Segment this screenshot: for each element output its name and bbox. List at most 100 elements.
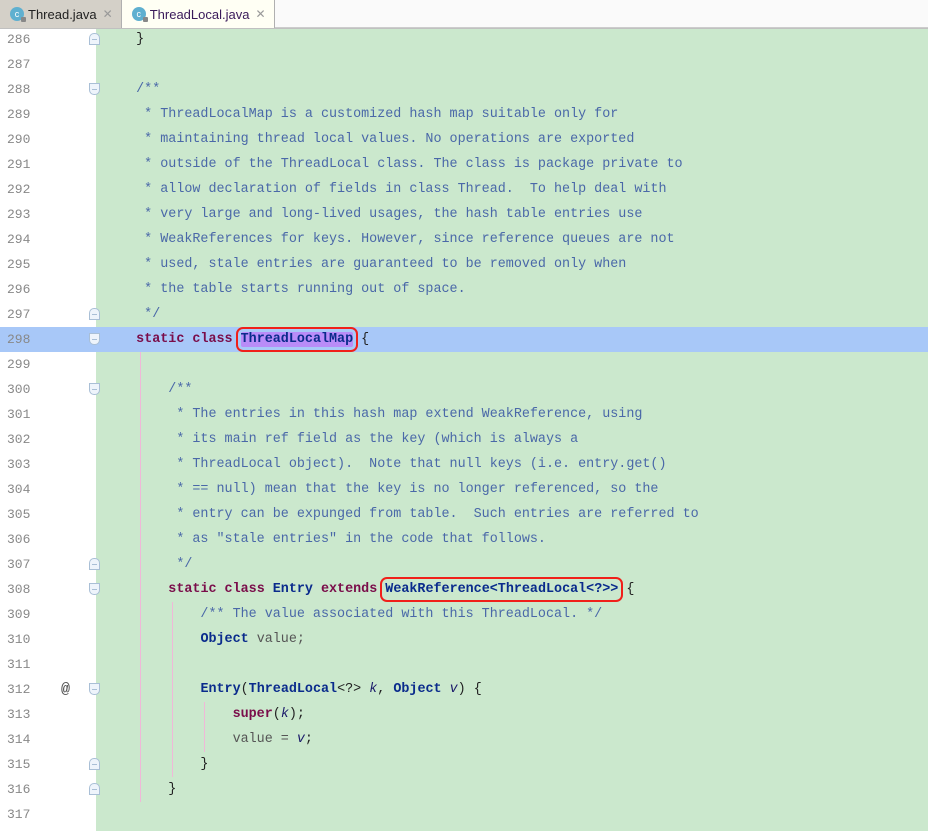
code-token: v	[449, 682, 458, 697]
code-text: * WeakReferences for keys. However, sinc…	[104, 227, 674, 252]
line-number: 291	[7, 157, 31, 172]
line-number: 309	[7, 607, 31, 622]
line-number: 317	[7, 807, 31, 822]
code-text: static class ThreadLocalMap {	[104, 327, 369, 352]
line-number: 293	[7, 207, 31, 222]
annotation-gutter-icon[interactable]: @	[61, 677, 70, 702]
code-token: {	[353, 332, 370, 347]
close-icon[interactable]: ✕	[103, 7, 113, 21]
code-line: 291 * outside of the ThreadLocal class. …	[0, 152, 928, 177]
line-number: 290	[7, 132, 31, 147]
code-text: * == null) mean that the key is no longe…	[104, 477, 658, 502]
code-line: 288 /**	[0, 77, 928, 102]
line-number: 295	[7, 257, 31, 272]
line-number: 292	[7, 182, 31, 197]
fold-start-icon[interactable]	[89, 83, 100, 95]
line-number: 314	[7, 732, 31, 747]
code-token: /**	[104, 382, 193, 397]
code-text: }	[104, 752, 208, 777]
line-number: 297	[7, 307, 31, 322]
tab-label: ThreadLocal.java	[149, 6, 250, 22]
code-line: 297 */	[0, 302, 928, 327]
line-number: 311	[7, 657, 31, 672]
code-token: k	[280, 707, 289, 722]
line-number: 299	[7, 357, 31, 372]
close-icon[interactable]: ✕	[255, 7, 265, 21]
code-text: * its main ref field as the key (which i…	[104, 427, 578, 452]
line-number: 306	[7, 532, 31, 547]
code-token: value =	[232, 732, 297, 747]
java-class-icon: c	[131, 7, 148, 22]
indent-guide	[204, 702, 205, 752]
code-text: */	[104, 552, 192, 577]
line-number: 296	[7, 282, 31, 297]
code-token: * ThreadLocal object). Note that null ke…	[104, 457, 667, 472]
fold-start-icon[interactable]	[89, 383, 100, 395]
code-line: 287	[0, 52, 928, 77]
java-class-icon: c	[10, 7, 26, 22]
code-token: * ThreadLocalMap is a customized hash ma…	[104, 107, 619, 122]
line-number: 312	[7, 682, 31, 697]
code-line: 294 * WeakReferences for keys. However, …	[0, 227, 928, 252]
code-token: * entry can be expunged from table. Such…	[104, 507, 699, 522]
code-token: }	[104, 757, 209, 772]
indent-guide	[140, 352, 141, 802]
code-line: 295 * used, stale entries are guaranteed…	[0, 252, 928, 277]
code-token: super	[232, 707, 273, 722]
code-token: (	[240, 682, 249, 697]
code-text: * maintaining thread local values. No op…	[104, 127, 634, 152]
code-text: /**	[104, 77, 160, 102]
fold-start-icon[interactable]	[89, 683, 100, 695]
code-token: */	[104, 307, 161, 322]
line-number: 303	[7, 457, 31, 472]
line-number: 302	[7, 432, 31, 447]
tab-label: Thread.java	[28, 6, 97, 22]
code-editor[interactable]: 286 } 287 288 /** 289 * ThreadLocalMap is a…	[0, 29, 928, 831]
line-number: 286	[7, 32, 31, 47]
line-number: 307	[7, 557, 31, 572]
code-token: }	[104, 32, 145, 47]
code-text: */	[104, 302, 160, 327]
code-token: extends	[320, 582, 386, 597]
code-line: 290 * maintaining thread local values. N…	[0, 127, 928, 152]
code-token: * its main ref field as the key (which i…	[104, 432, 579, 447]
fold-end-icon[interactable]	[89, 783, 100, 795]
line-number: 315	[7, 757, 31, 772]
code-token: v	[296, 732, 305, 747]
line-number: 310	[7, 632, 31, 647]
code-token: * The entries in this hash map extend We…	[104, 407, 643, 422]
fold-end-icon[interactable]	[89, 308, 100, 320]
line-number: 308	[7, 582, 31, 597]
fold-end-icon[interactable]	[89, 758, 100, 770]
code-token: (	[272, 707, 281, 722]
code-token: * used, stale entries are guaranteed to …	[104, 257, 627, 272]
code-text: /** The value associated with this Threa…	[104, 602, 602, 627]
fold-end-icon[interactable]	[89, 558, 100, 570]
code-line: 286 }	[0, 27, 928, 52]
code-text: /**	[104, 377, 192, 402]
code-token: * the table starts running out of space.	[104, 282, 466, 297]
line-number: 316	[7, 782, 31, 797]
line-number: 304	[7, 482, 31, 497]
fold-start-icon[interactable]	[89, 583, 100, 595]
line-number: 301	[7, 407, 31, 422]
code-token: * very large and long-lived usages, the …	[104, 207, 643, 222]
code-text: * used, stale entries are guaranteed to …	[104, 252, 626, 277]
fold-end-icon[interactable]	[89, 33, 100, 45]
tab-thread-java[interactable]: c Thread.java ✕	[0, 0, 122, 28]
code-token: static class	[136, 332, 241, 347]
line-number: 288	[7, 82, 31, 97]
code-text: * ThreadLocalMap is a customized hash ma…	[104, 102, 618, 127]
code-line: 298 static class ThreadLocalMap {	[0, 327, 928, 352]
code-token: * as "stale entries" in the code that fo…	[104, 532, 546, 547]
code-text: * as "stale entries" in the code that fo…	[104, 527, 546, 552]
code-token: * maintaining thread local values. No op…	[104, 132, 635, 147]
fold-start-icon[interactable]	[89, 333, 100, 345]
tab-threadlocal-java[interactable]: c ThreadLocal.java ✕	[121, 0, 275, 28]
code-token: * outside of the ThreadLocal class. The …	[104, 157, 683, 172]
code-text: Entry(ThreadLocal<?> k, Object v) {	[104, 677, 481, 702]
